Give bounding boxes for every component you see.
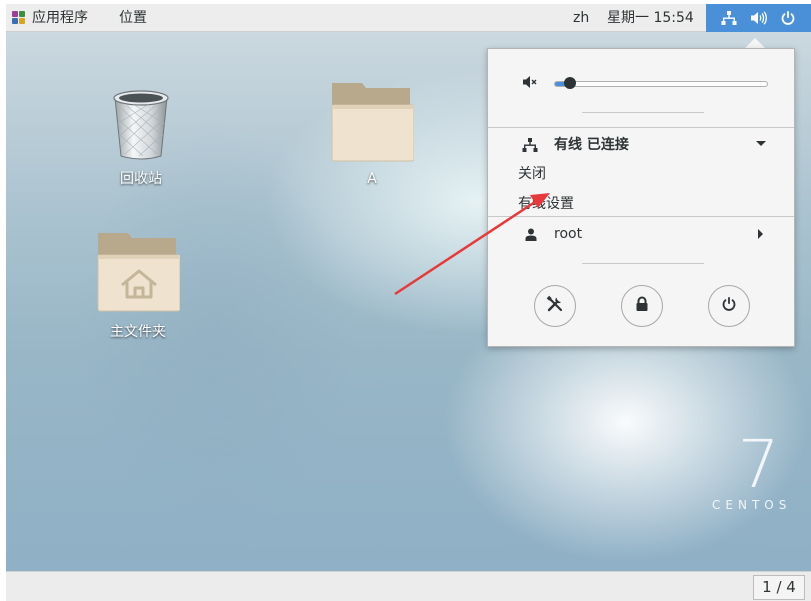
home-folder-icon — [96, 233, 181, 317]
desktop-icon-folder-a[interactable]: A — [329, 79, 415, 187]
centos-version-number: 7 — [737, 426, 780, 503]
volume-muted-icon — [522, 74, 538, 94]
volume-slider-handle[interactable] — [563, 77, 576, 89]
volume-slider[interactable] — [554, 77, 768, 89]
user-row[interactable]: root — [488, 221, 794, 247]
chevron-right-icon — [758, 229, 763, 239]
lock-button[interactable] — [621, 285, 663, 327]
bottom-bar: 1 / 4 — [6, 571, 811, 601]
desktop-icon-home[interactable]: 主文件夹 — [91, 229, 185, 341]
network-wired-icon — [721, 10, 737, 26]
applications-menu-label: 应用程序 — [32, 10, 88, 26]
applications-menu[interactable]: 应用程序 — [12, 4, 88, 32]
wired-connection-row[interactable]: 有线 已连接 — [488, 129, 794, 157]
clock[interactable]: 星期一 15:54 — [607, 4, 694, 32]
user-icon — [525, 228, 537, 245]
desktop-icon-trash[interactable]: 回收站 — [101, 86, 181, 188]
gnome-foot-icon — [12, 11, 26, 25]
separator — [582, 263, 704, 264]
trash-icon — [109, 90, 173, 164]
system-status-area[interactable] — [706, 4, 811, 32]
power-icon — [721, 296, 737, 316]
wired-settings-item[interactable]: 有线设置 — [518, 193, 574, 213]
separator — [488, 127, 794, 128]
desktop-icon-label: A — [367, 171, 377, 187]
power-icon — [780, 10, 796, 26]
settings-icon — [546, 295, 564, 317]
top-bar: 应用程序 位置 zh 星期一 15:54 — [6, 4, 811, 32]
screen: 应用程序 位置 zh 星期一 15:54 回收站 A 主文件夹 7 CENTOS… — [6, 4, 811, 601]
volume-row — [488, 69, 794, 95]
power-off-button[interactable] — [708, 285, 750, 327]
separator — [488, 216, 794, 217]
centos-branding: 7 CENTOS — [712, 426, 792, 513]
volume-icon — [750, 10, 767, 26]
settings-button[interactable] — [534, 285, 576, 327]
folder-icon — [330, 83, 415, 167]
desktop-icon-label: 回收站 — [120, 171, 162, 187]
desktop-icon-label: 主文件夹 — [110, 324, 166, 340]
user-name: root — [554, 226, 583, 242]
network-wired-icon — [522, 137, 538, 157]
lock-icon — [635, 296, 649, 316]
places-menu[interactable]: 位置 — [119, 4, 147, 32]
wired-turn-off-item[interactable]: 关闭 — [518, 163, 546, 183]
separator — [582, 112, 704, 113]
system-menu: 有线 已连接 关闭 有线设置 root — [487, 48, 795, 347]
chevron-down-icon — [756, 141, 766, 146]
centos-wordmark: CENTOS — [712, 498, 792, 512]
input-method-indicator[interactable]: zh — [573, 4, 589, 32]
wired-connection-label: 有线 已连接 — [554, 137, 629, 153]
workspace-indicator[interactable]: 1 / 4 — [753, 575, 805, 600]
